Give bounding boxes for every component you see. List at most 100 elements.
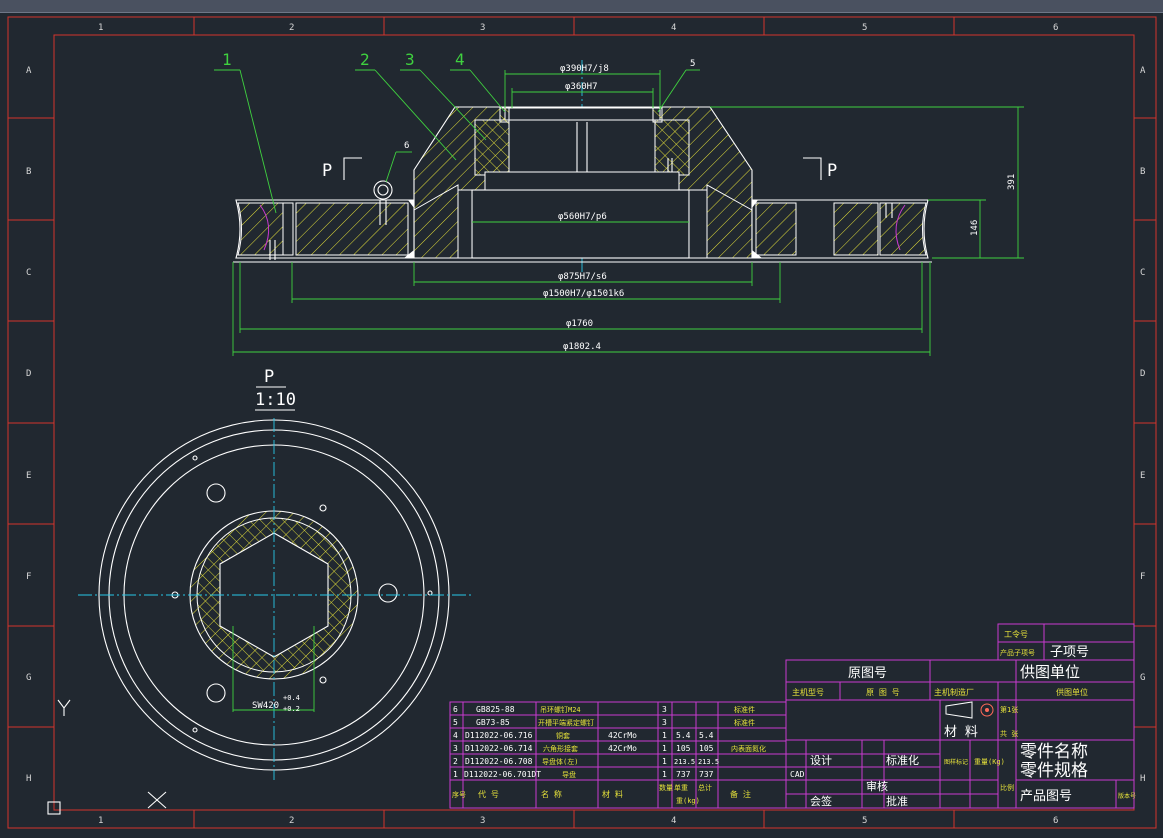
bom-qty: 3: [662, 718, 667, 727]
col-label: 3: [480, 23, 485, 33]
section-label-right: P: [827, 161, 837, 181]
bom-unit: 737: [676, 770, 691, 779]
bom-material: 42CrMo: [608, 731, 637, 740]
bom-code: GB73-85: [476, 718, 510, 727]
bom-header-name: 名 称: [541, 789, 562, 799]
bom-row: 1 D112022-06.701DT 导盘 1 737 737: [453, 770, 714, 779]
dim-label: φ1802.4: [563, 342, 601, 352]
row-label: A: [26, 66, 32, 76]
row-label: G: [26, 673, 31, 683]
tb-review: 审核: [866, 779, 888, 793]
bom-no: 2: [453, 757, 458, 766]
tb-drawing-mark: 图样标记: [944, 758, 968, 766]
row-label: C: [26, 268, 31, 278]
bom-unit: 213.5: [674, 758, 695, 766]
dim-label: φ390H7/j8: [560, 64, 609, 74]
tb-supplier: 供图单位: [1020, 663, 1080, 681]
tb-countersign: 会签: [810, 794, 832, 808]
bom-no: 6: [453, 705, 458, 714]
col-label: 2: [289, 816, 294, 826]
balloon-6: 6: [404, 141, 409, 151]
bom-qty: 1: [662, 731, 667, 740]
tb-total-sheets: 共 张: [1000, 729, 1018, 738]
row-label: B: [26, 167, 31, 177]
dim-label: φ560H7/p6: [558, 212, 607, 222]
col-label: 3: [480, 816, 485, 826]
dim-tol: +0.4: [283, 694, 300, 702]
bom-no: 1: [453, 770, 458, 779]
bom-name: 导盘: [562, 770, 576, 779]
dim-tol: +0.2: [283, 705, 300, 713]
tb-design: 设计: [810, 754, 832, 767]
col-label: 6: [1053, 23, 1058, 33]
bom-total: 213.5: [698, 758, 719, 766]
row-label: C: [1140, 268, 1145, 278]
bom-row: 4 D112022-06.716 铜套 42CrMo 1 5.4 5.4: [453, 731, 714, 740]
section-label-left: P: [322, 161, 332, 181]
dim-label: 146: [970, 220, 980, 236]
col-label: 6: [1053, 816, 1058, 826]
col-label: 1: [98, 23, 103, 33]
bom-no: 5: [453, 718, 458, 727]
tb-main-maker: 主机制造厂: [934, 687, 974, 697]
view-scale: 1:10: [255, 390, 296, 410]
bom-qty: 1: [662, 770, 667, 779]
row-label: B: [1140, 167, 1145, 177]
balloon-4: 4: [455, 50, 465, 69]
col-label: 5: [862, 23, 867, 33]
row-label: H: [1140, 774, 1145, 784]
tb-scale: 比例: [1000, 783, 1014, 792]
row-label: D: [26, 369, 31, 379]
bom-row: 2 D112022-06.708 导盘体(左) 1 213.5 213.5: [453, 757, 719, 766]
tb-orig-drawing: 原图号: [848, 666, 887, 681]
col-label: 2: [289, 23, 294, 33]
dim-label: φ1500H7/φ1501k6: [543, 289, 624, 299]
bom-name: 导盘体(左): [542, 757, 578, 766]
bom-code: D112022-06.716: [465, 731, 533, 740]
bom-no: 4: [453, 731, 458, 740]
bom-code: D112022-06.708: [465, 757, 533, 766]
row-label: F: [1140, 572, 1145, 582]
bom-header-no: 序号: [452, 790, 466, 799]
tb-work-no: 工令号: [1004, 629, 1028, 639]
row-label: G: [1140, 673, 1145, 683]
dim-label: φ360H7: [565, 82, 598, 92]
bom-total: 5.4: [699, 731, 714, 740]
row-label: F: [26, 572, 31, 582]
tb-main-model: 主机型号: [792, 687, 824, 697]
dim-label: φ1760: [566, 319, 593, 329]
col-label: 4: [671, 816, 676, 826]
tb-supplier-label: 供图单位: [1056, 687, 1088, 697]
bom-rows: 6 GB825-88 吊环螺钉M24 3 标准件 5 GB73-85 开槽平端紧…: [452, 705, 766, 805]
balloon-3: 3: [405, 50, 415, 69]
tb-product-drawing: 产品图号: [1020, 789, 1072, 804]
tb-version: 版本号: [1118, 792, 1136, 800]
tb-standard: 标准化: [886, 753, 919, 767]
tb-part-name: 零件名称: [1020, 742, 1088, 762]
tb-product-sub: 产品子项号: [1000, 648, 1035, 657]
bom-note: 标准件: [734, 718, 755, 727]
balloon-5: 5: [690, 59, 695, 69]
bom-header-note: 备 注: [730, 789, 751, 799]
bom-total: 737: [699, 770, 714, 779]
bom-header-unit: 单重: [674, 783, 688, 792]
drawing-canvas: 1 2 3 4 5 6 1 2 3 4 5 6 A B C D E F G H …: [7, 16, 1157, 829]
dim-label: SW420: [252, 701, 279, 711]
plan-view: P 1:10 SW420 +0.4 +0.2: [47, 367, 472, 815]
dim-label: φ875H7/s6: [558, 272, 607, 282]
balloon-1: 1: [222, 50, 232, 69]
title-block: 工令号 产品子项号 子项号 原图号 供图单位 主机型号 原 图 号 主机制造厂 …: [785, 623, 1136, 809]
bom-code: D112022-06.714: [465, 744, 533, 753]
col-label: 5: [862, 816, 867, 826]
tb-orig-no: 原 图 号: [866, 688, 900, 697]
bom-header-material: 材 料: [602, 789, 623, 799]
balloon-2: 2: [360, 50, 370, 69]
row-label: A: [1140, 66, 1146, 76]
tb-sheet: 第1张: [1000, 705, 1018, 714]
bom-header-weight: 重(kg): [676, 797, 700, 805]
bom-qty: 1: [662, 757, 667, 766]
bom-qty: 1: [662, 744, 667, 753]
bom-unit: 5.4: [676, 731, 691, 740]
col-label: 4: [671, 23, 676, 33]
bom-name: 六角形接套: [543, 744, 578, 753]
